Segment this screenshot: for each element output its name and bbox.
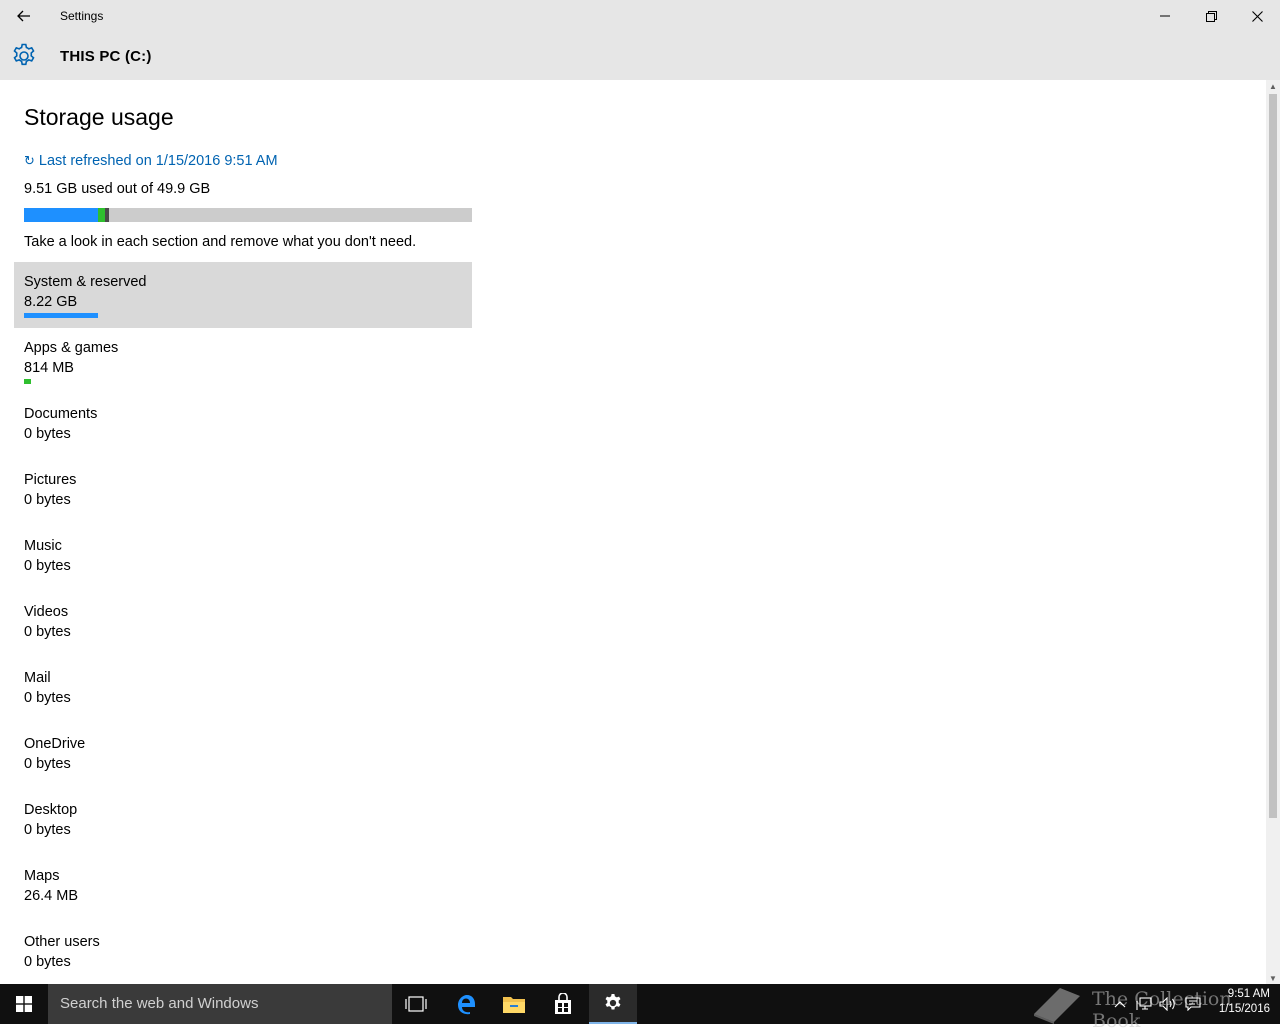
category-size: 8.22 GB xyxy=(24,294,78,310)
category-size: 0 bytes xyxy=(24,492,71,508)
category-usage-bar xyxy=(24,313,98,318)
category-name: System & reserved xyxy=(24,274,147,290)
restore-button[interactable] xyxy=(1188,0,1234,32)
back-button[interactable] xyxy=(0,0,48,32)
settings-taskbar-button[interactable] xyxy=(589,984,637,1024)
file-explorer-button[interactable] xyxy=(490,984,538,1024)
scroll-thumb[interactable] xyxy=(1269,94,1277,818)
task-view-icon xyxy=(405,996,427,1012)
start-button[interactable] xyxy=(0,984,48,1024)
app-title: Settings xyxy=(60,9,104,23)
refresh-link[interactable]: ↻ Last refreshed on 1/15/2016 9:51 AM xyxy=(24,153,278,169)
category-size: 26.4 MB xyxy=(24,888,78,904)
category-name: Music xyxy=(24,538,62,554)
category-item[interactable]: System & reserved 8.22 GB xyxy=(14,262,472,328)
category-name: Videos xyxy=(24,604,69,620)
volume-icon xyxy=(1159,997,1175,1011)
title-bar: Settings xyxy=(0,0,1280,32)
category-item[interactable]: Desktop 0 bytes xyxy=(14,790,472,856)
category-size: 814 MB xyxy=(24,360,74,376)
category-name: Other users xyxy=(24,934,100,950)
clock-date: 1/15/2016 xyxy=(1218,1003,1270,1015)
chevron-up-icon xyxy=(1114,1001,1126,1008)
settings-gear-icon xyxy=(605,993,621,1010)
category-size: 0 bytes xyxy=(24,756,71,772)
category-item[interactable]: Mail 0 bytes xyxy=(14,658,472,724)
category-size: 0 bytes xyxy=(24,822,71,838)
category-item[interactable]: Maps 26.4 MB xyxy=(14,856,472,922)
store-icon xyxy=(555,993,571,1014)
action-center-button[interactable] xyxy=(1181,984,1205,1024)
category-name: OneDrive xyxy=(24,736,86,752)
windows-start-icon xyxy=(16,996,32,1012)
file-explorer-icon xyxy=(503,997,525,1013)
taskbar-search-box[interactable]: Search the web and Windows xyxy=(48,984,392,1024)
refresh-icon: ↻ xyxy=(24,153,35,168)
category-usage-bar xyxy=(24,379,32,384)
task-view-button[interactable] xyxy=(392,984,440,1024)
category-item[interactable]: Other users 0 bytes xyxy=(14,922,472,984)
store-button[interactable] xyxy=(539,984,587,1024)
volume-tray-button[interactable] xyxy=(1156,984,1180,1024)
gear-icon xyxy=(13,43,35,66)
back-arrow-icon xyxy=(17,10,30,22)
category-name: Documents xyxy=(24,406,98,422)
category-name: Pictures xyxy=(24,472,77,488)
category-item[interactable]: Videos 0 bytes xyxy=(14,592,472,658)
category-item[interactable]: OneDrive 0 bytes xyxy=(14,724,472,790)
usage-bar-segment xyxy=(97,208,106,222)
category-list: System & reserved 8.22 GB Apps & games 814 … xyxy=(14,262,472,984)
scroll-up-arrow-icon[interactable]: ▲ xyxy=(1266,80,1280,92)
category-item[interactable]: Apps & games 814 MB xyxy=(14,328,472,394)
category-name: Maps xyxy=(24,868,60,884)
category-item[interactable]: Music 0 bytes xyxy=(14,526,472,592)
network-icon xyxy=(1136,997,1152,1010)
usage-bar-segment xyxy=(24,208,98,222)
edge-button[interactable] xyxy=(442,984,490,1024)
clock-time: 9:51 AM xyxy=(1227,988,1270,1000)
category-size: 0 bytes xyxy=(24,426,71,442)
category-size: 0 bytes xyxy=(24,624,71,640)
minimize-button[interactable] xyxy=(1142,0,1188,32)
storage-usage-heading: Storage usage xyxy=(24,104,174,130)
vertical-scrollbar[interactable]: ▲ ▼ xyxy=(1266,80,1280,984)
category-item[interactable]: Pictures 0 bytes xyxy=(14,460,472,526)
refresh-label: Last refreshed on 1/15/2016 9:51 AM xyxy=(38,153,278,169)
hint-text: Take a look in each section and remove w… xyxy=(24,234,417,250)
taskbar-clock[interactable]: 9:51 AM 1/15/2016 xyxy=(1208,987,1270,1017)
page-title: THIS PC (C:) xyxy=(60,48,152,65)
category-item[interactable]: Documents 0 bytes xyxy=(14,394,472,460)
tray-overflow-button[interactable] xyxy=(1108,984,1132,1024)
category-size: 0 bytes xyxy=(24,954,71,970)
scroll-down-arrow-icon[interactable]: ▼ xyxy=(1266,972,1280,984)
notification-icon xyxy=(1185,997,1201,1011)
book-watermark-icon xyxy=(1034,988,1080,1024)
category-name: Mail xyxy=(24,670,51,686)
storage-usage-bar xyxy=(24,208,472,222)
close-button[interactable] xyxy=(1234,0,1280,32)
usage-bar-segment xyxy=(105,208,110,222)
category-size: 0 bytes xyxy=(24,558,71,574)
minimize-icon xyxy=(1160,15,1170,17)
search-placeholder: Search the web and Windows xyxy=(60,995,259,1012)
edge-icon xyxy=(458,995,475,1015)
category-name: Apps & games xyxy=(24,340,119,356)
category-name: Desktop xyxy=(24,802,78,818)
storage-content: Storage usage ↻ Last refreshed on 1/15/2… xyxy=(0,80,1266,984)
category-size: 0 bytes xyxy=(24,690,71,706)
usage-summary: 9.51 GB used out of 49.9 GB xyxy=(24,181,211,197)
page-header: THIS PC (C:) xyxy=(0,32,1280,80)
close-icon xyxy=(1251,10,1263,22)
restore-icon xyxy=(1205,10,1217,22)
taskbar: Search the web and Windows The Collectio… xyxy=(0,984,1280,1032)
network-tray-button[interactable] xyxy=(1132,984,1156,1024)
